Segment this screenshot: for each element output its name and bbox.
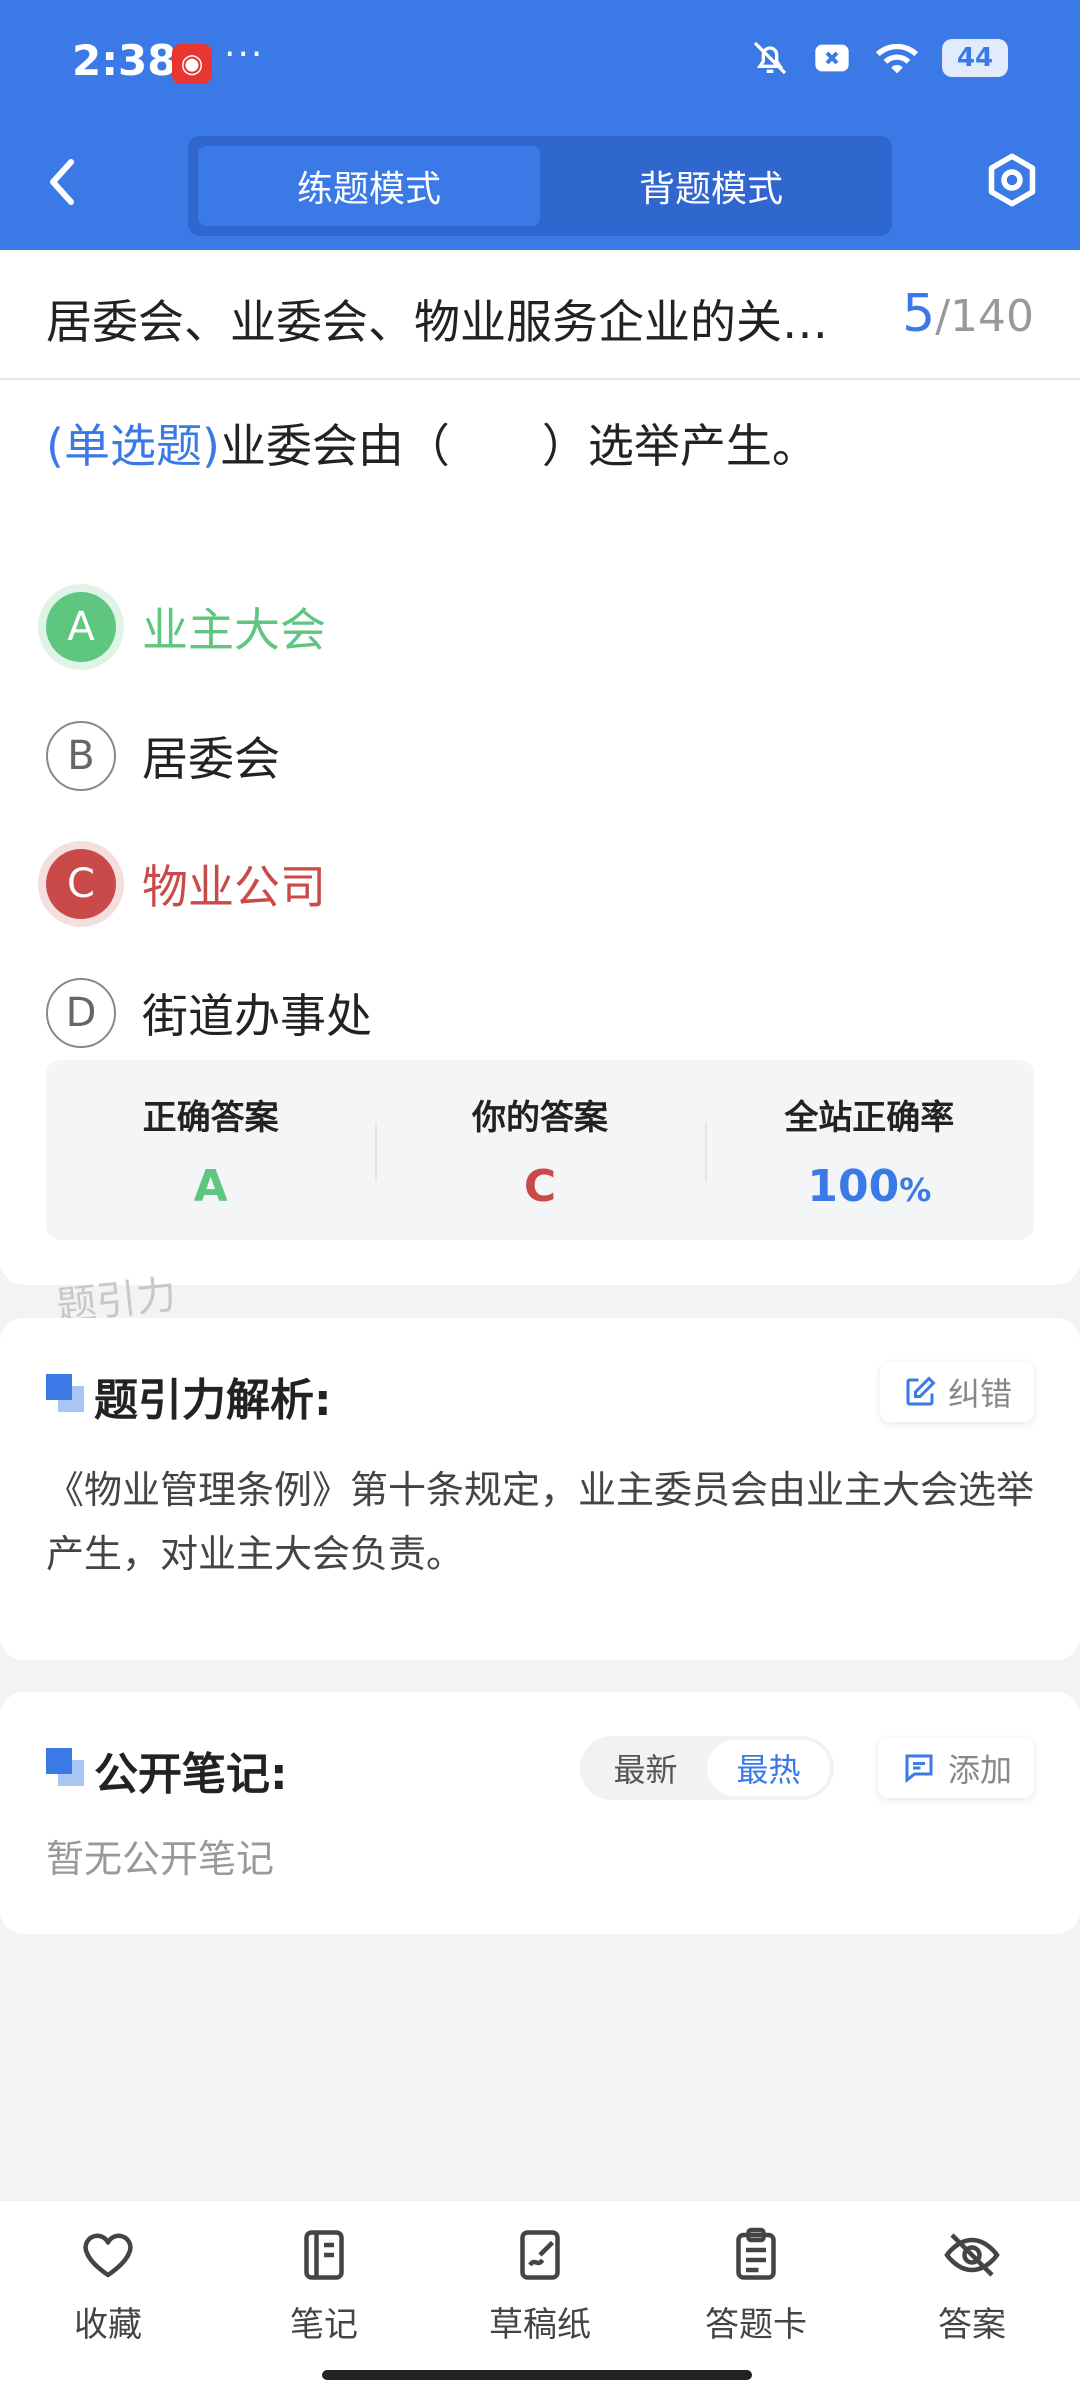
home-indicator[interactable] bbox=[322, 2370, 752, 2380]
status-bar: 2:38 ◉ ··· 44 bbox=[0, 0, 1080, 125]
question-text: (单选题)业委会由（ ）选举产生。 bbox=[46, 410, 818, 476]
option-c-text: 物业公司 bbox=[142, 860, 326, 914]
option-d[interactable]: D 街道办事处 bbox=[46, 975, 372, 1051]
option-b-letter: B bbox=[46, 721, 116, 791]
public-notes-card: 公开笔记: 最新 最热 添加 暂无公开笔记 bbox=[0, 1692, 1080, 1934]
notes-title: 公开笔记: bbox=[94, 1749, 288, 1800]
option-b-text: 居委会 bbox=[142, 732, 280, 786]
sort-hottest[interactable]: 最热 bbox=[707, 1740, 830, 1796]
accuracy-unit: % bbox=[899, 1171, 932, 1209]
add-note-label: 添加 bbox=[947, 1751, 1012, 1789]
section-squares-icon bbox=[46, 1748, 86, 1788]
wifi-icon bbox=[875, 43, 919, 74]
nav-draft-label: 草稿纸 bbox=[489, 2305, 591, 2345]
eye-off-icon bbox=[944, 2233, 1000, 2277]
bell-off-icon bbox=[753, 41, 787, 75]
question-counter: 5/140 bbox=[902, 284, 1034, 344]
option-d-text: 街道办事处 bbox=[142, 989, 372, 1043]
current-question-number: 5 bbox=[902, 284, 936, 344]
question-body: 业委会由（ ）选举产生。 bbox=[219, 419, 818, 473]
question-type: (单选题) bbox=[46, 419, 220, 473]
report-error-label: 纠错 bbox=[947, 1375, 1012, 1413]
draft-icon bbox=[520, 2230, 560, 2280]
more-notifications-icon: ··· bbox=[224, 34, 265, 75]
close-box-icon bbox=[815, 44, 849, 72]
mode-switch: 练题模式 背题模式 bbox=[188, 136, 892, 236]
section-squares-icon bbox=[46, 1374, 86, 1414]
nav-answer-sheet-label: 答题卡 bbox=[705, 2305, 807, 2345]
back-arrow-icon[interactable] bbox=[38, 152, 88, 212]
status-time: 2:38 bbox=[72, 36, 177, 85]
status-icons: 44 bbox=[750, 38, 1008, 78]
heart-icon bbox=[83, 2233, 133, 2278]
clipboard-icon bbox=[736, 2227, 776, 2280]
option-a[interactable]: A 业主大会 bbox=[46, 589, 326, 665]
your-answer-col: 你的答案 C bbox=[375, 1060, 704, 1240]
nav-draft[interactable]: 草稿纸 bbox=[460, 2225, 620, 2346]
your-answer-value: C bbox=[523, 1161, 557, 1212]
music-app-icon: ◉ bbox=[172, 44, 212, 84]
settings-icon[interactable] bbox=[982, 150, 1042, 210]
tab-memorize-mode[interactable]: 背题模式 bbox=[540, 146, 882, 226]
battery-indicator: 44 bbox=[942, 39, 1008, 77]
accuracy-number: 100 bbox=[807, 1161, 900, 1212]
edit-icon bbox=[906, 1376, 936, 1406]
nav-answer-sheet[interactable]: 答题卡 bbox=[676, 2225, 836, 2346]
empty-notes-text: 暂无公开笔记 bbox=[46, 1837, 275, 1881]
notes-sort-toggle: 最新 最热 bbox=[580, 1736, 834, 1800]
correct-answer-label: 正确答案 bbox=[142, 1098, 279, 1138]
nav-show-answer-label: 答案 bbox=[938, 2305, 1006, 2345]
option-c[interactable]: C 物业公司 bbox=[46, 846, 326, 922]
analysis-card: 题引力解析: 纠错 《物业管理条例》第十条规定，业主委员会由业主大会选举产生，对… bbox=[0, 1318, 1080, 1660]
your-answer-label: 你的答案 bbox=[471, 1098, 608, 1138]
question-set-title: 居委会、业委会、物业服务企业的关… bbox=[46, 295, 828, 349]
nav-show-answer[interactable]: 答案 bbox=[892, 2225, 1052, 2346]
accuracy-label: 全站正确率 bbox=[784, 1098, 955, 1138]
counter-separator: / bbox=[935, 291, 951, 342]
option-b[interactable]: B 居委会 bbox=[46, 718, 280, 794]
option-a-text: 业主大会 bbox=[142, 603, 326, 657]
analysis-text: 《物业管理条例》第十条规定，业主委员会由业主大会选举产生，对业主大会负责。 bbox=[46, 1468, 1035, 1576]
option-a-letter: A bbox=[46, 592, 116, 662]
option-d-letter: D bbox=[46, 978, 116, 1048]
sort-newest[interactable]: 最新 bbox=[584, 1740, 707, 1796]
question-card: 居委会、业委会、物业服务企业的关… 5/140 (单选题)业委会由（ ）选举产生… bbox=[0, 250, 1080, 1285]
total-question-count: 140 bbox=[950, 291, 1034, 342]
correct-answer-col: 正确答案 A bbox=[46, 1060, 375, 1240]
answer-summary: 正确答案 A 你的答案 C 全站正确率 100% bbox=[46, 1060, 1034, 1240]
question-title-row: 居委会、业委会、物业服务企业的关… 5/140 bbox=[0, 250, 1080, 380]
correct-answer-value: A bbox=[193, 1161, 228, 1212]
accuracy-value: 100% bbox=[807, 1161, 931, 1212]
tab-practice-mode[interactable]: 练题模式 bbox=[198, 146, 540, 226]
add-note-button[interactable]: 添加 bbox=[877, 1738, 1034, 1798]
accuracy-col: 全站正确率 100% bbox=[704, 1060, 1034, 1240]
nav-notes[interactable]: 笔记 bbox=[244, 2225, 404, 2346]
report-error-button[interactable]: 纠错 bbox=[879, 1362, 1034, 1422]
analysis-title: 题引力解析: bbox=[94, 1375, 332, 1426]
option-c-letter: C bbox=[46, 849, 116, 919]
nav-notes-label: 笔记 bbox=[290, 2305, 358, 2345]
nav-favorite-label: 收藏 bbox=[74, 2305, 142, 2345]
nav-favorite[interactable]: 收藏 bbox=[28, 2225, 188, 2346]
notebook-icon bbox=[304, 2230, 344, 2280]
app-header: 2:38 ◉ ··· 44 练题模式 背题模式 bbox=[0, 0, 1080, 250]
comment-icon bbox=[905, 1754, 933, 1784]
